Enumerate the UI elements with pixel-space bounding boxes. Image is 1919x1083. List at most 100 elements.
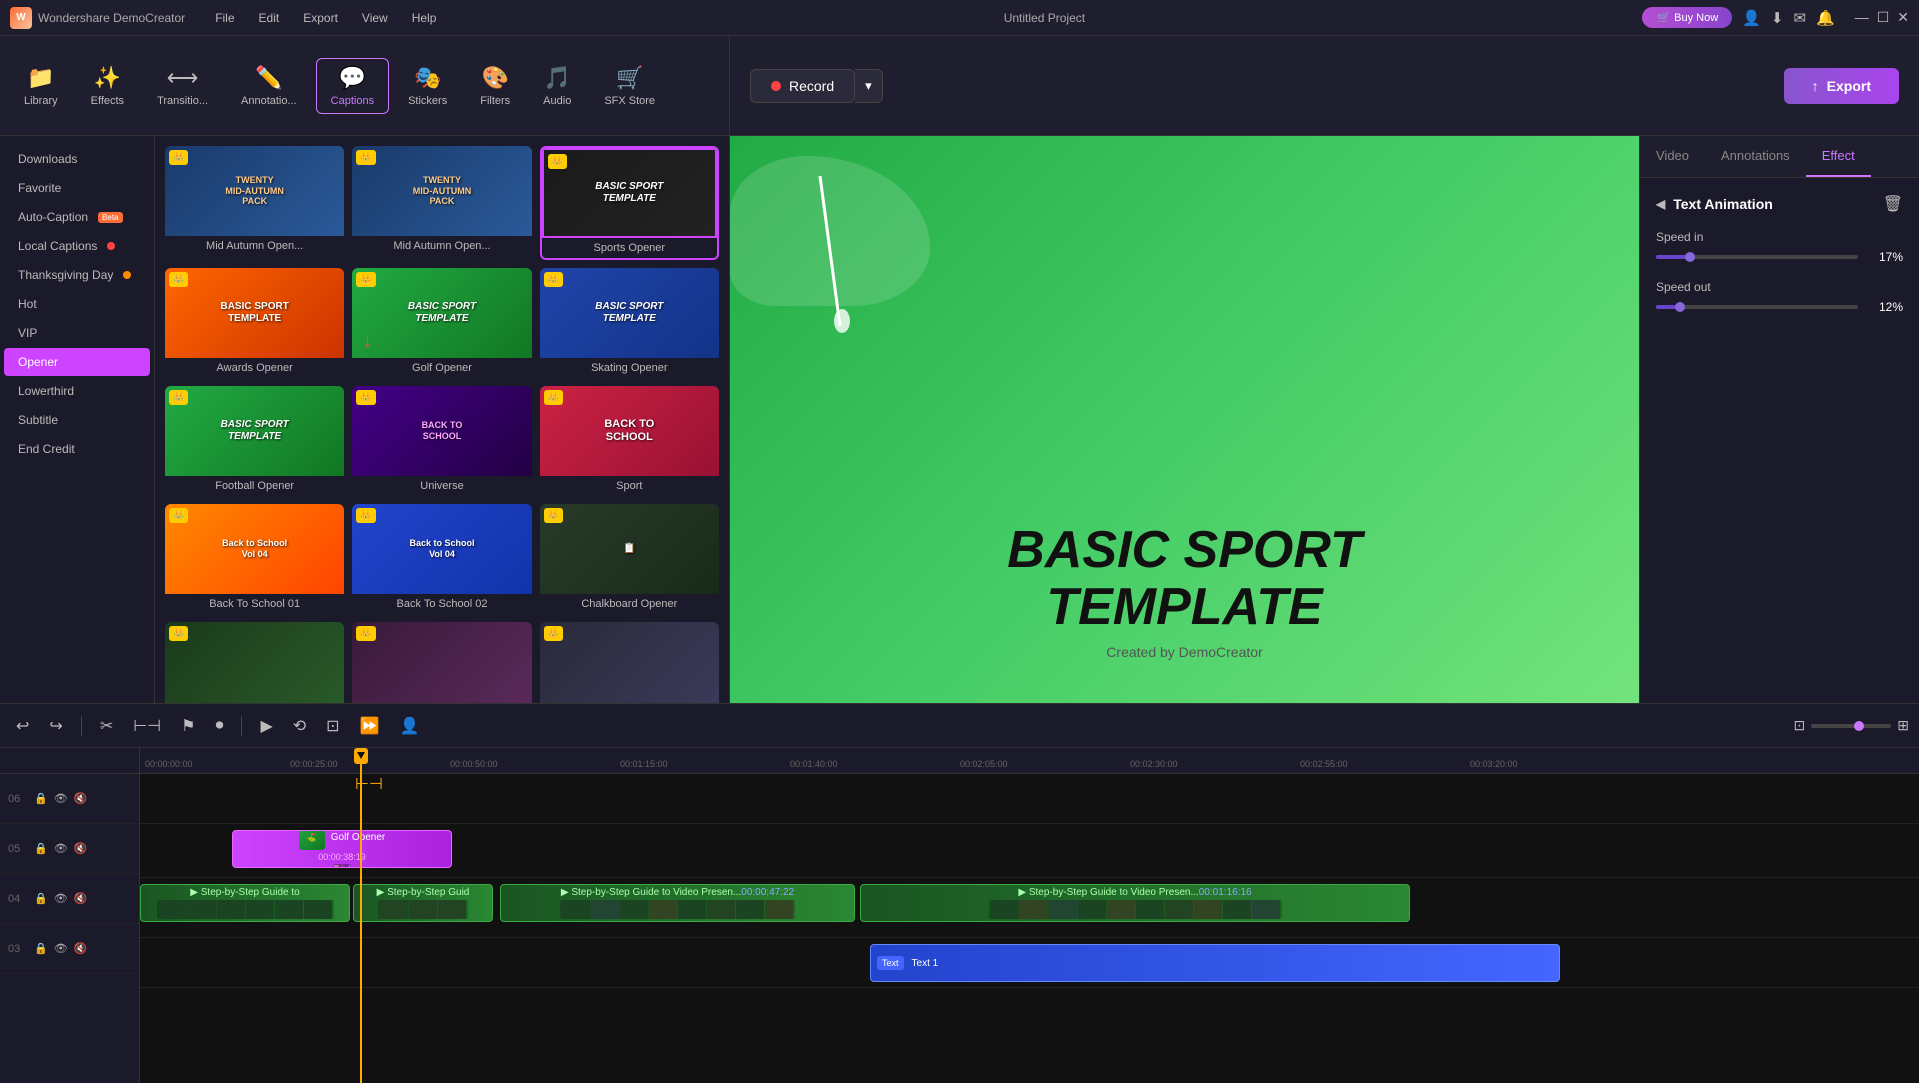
- lock-icon-03[interactable]: 🔒: [34, 942, 48, 955]
- delete-effect-button[interactable]: 🗑: [1883, 194, 1903, 214]
- mute-icon-05[interactable]: 🔇: [74, 842, 88, 855]
- speed-out-slider[interactable]: [1656, 305, 1858, 309]
- thumb-universe: 👑 BACK TOSCHOOL: [352, 386, 531, 476]
- message-icon[interactable]: ✉: [1793, 9, 1806, 27]
- sidebar-item-local-captions[interactable]: Local Captions: [4, 232, 150, 260]
- lock-icon-04[interactable]: 🔒: [34, 892, 48, 905]
- grid-item-mid-autumn-2[interactable]: 👑 TWENTYMID-AUTUMNPACK Mid Autumn Open..…: [352, 146, 531, 260]
- grid-item-extra-3[interactable]: 👑: [540, 622, 719, 712]
- sidebar-item-auto-caption[interactable]: Auto-Caption Beta: [4, 203, 150, 231]
- playhead[interactable]: [360, 748, 362, 1083]
- sidebar-item-vip[interactable]: VIP: [4, 319, 150, 347]
- menu-help[interactable]: Help: [402, 9, 447, 27]
- clip-video-1[interactable]: ▶ Step-by-Step Guide to: [140, 884, 350, 922]
- download-icon[interactable]: ⬇: [1771, 9, 1784, 27]
- marker-button[interactable]: ⚑: [175, 712, 201, 740]
- grid-item-back-school-1[interactable]: 👑 Back to SchoolVol 04 Back To School 01: [165, 504, 344, 614]
- menu-file[interactable]: File: [205, 9, 244, 27]
- export-icon: ↑: [1812, 78, 1819, 94]
- clip-text-1[interactable]: Text Text 1: [870, 944, 1560, 982]
- toolbar-filters[interactable]: 🎨 Filters: [466, 59, 524, 113]
- split-button[interactable]: ⊢⊣: [127, 712, 167, 740]
- eye-icon-03[interactable]: 👁: [54, 942, 68, 955]
- menu-export[interactable]: Export: [293, 9, 348, 27]
- redo-button[interactable]: ↪: [43, 712, 68, 740]
- person-button[interactable]: 👤: [394, 712, 426, 740]
- toolbar-library[interactable]: 📁 Library: [10, 59, 72, 113]
- eye-icon-06[interactable]: 👁: [54, 792, 68, 805]
- tab-effect[interactable]: Effect: [1806, 136, 1871, 177]
- preview-subtitle: Created by DemoCreator: [1106, 644, 1262, 660]
- undo-button[interactable]: ↩: [10, 712, 35, 740]
- speed-in-handle[interactable]: [1685, 252, 1695, 262]
- menu-bar[interactable]: File Edit Export View Help: [205, 9, 446, 27]
- zoom-in-button[interactable]: ⊞: [1897, 717, 1909, 734]
- grid-item-awards-opener[interactable]: 👑 BASIC SPORTTEMPLATE Awards Opener: [165, 268, 344, 378]
- menu-edit[interactable]: Edit: [249, 9, 290, 27]
- sidebar-item-lowerthird[interactable]: Lowerthird: [4, 377, 150, 405]
- account-icon[interactable]: 👤: [1742, 9, 1761, 27]
- menu-view[interactable]: View: [352, 9, 398, 27]
- tab-video[interactable]: Video: [1640, 136, 1705, 177]
- clip-video-2[interactable]: ▶ Step-by-Step Guid: [353, 884, 493, 922]
- eye-icon-05[interactable]: 👁: [54, 842, 68, 855]
- grid-item-skating-opener[interactable]: 👑 BASIC SPORTTEMPLATE Skating Opener: [540, 268, 719, 378]
- zoom-out-button[interactable]: ⊡: [1794, 717, 1806, 734]
- mute-icon-04[interactable]: 🔇: [74, 892, 88, 905]
- mute-icon-03[interactable]: 🔇: [74, 942, 88, 955]
- zoom-handle[interactable]: [1854, 721, 1864, 731]
- maximize-button[interactable]: ☐: [1877, 9, 1890, 26]
- sidebar-item-favorite[interactable]: Favorite: [4, 174, 150, 202]
- notification-icon[interactable]: 🔔: [1816, 9, 1835, 27]
- buy-now-button[interactable]: 🛒 Buy Now: [1642, 7, 1732, 28]
- grid-item-back-school-2[interactable]: 👑 Back to SchoolVol 04 Back To School 02: [352, 504, 531, 614]
- clip-video-4[interactable]: ▶ Step-by-Step Guide to Video Presen... …: [860, 884, 1410, 922]
- sidebar-item-thanksgiving[interactable]: Thanksgiving Day: [4, 261, 150, 289]
- grid-item-extra-1[interactable]: 👑: [165, 622, 344, 712]
- grid-item-football-opener[interactable]: 👑 BASIC SPORTTEMPLATE Football Opener: [165, 386, 344, 496]
- minimize-button[interactable]: —: [1855, 9, 1869, 26]
- toolbar-effects[interactable]: ✨ Effects: [77, 59, 138, 113]
- zoom-slider[interactable]: [1811, 724, 1891, 728]
- export-button[interactable]: ↑ Export: [1784, 68, 1899, 104]
- toolbar-captions[interactable]: 💬 Captions: [316, 58, 389, 114]
- timeline-ruler: 00:00:00:00 00:00:25:00 00:00:50:00 00:0…: [140, 748, 1919, 774]
- sidebar-item-downloads[interactable]: Downloads: [4, 145, 150, 173]
- sidebar-item-opener[interactable]: Opener: [4, 348, 150, 376]
- grid-item-mid-autumn-1[interactable]: 👑 TWENTYMID-AUTUMNPACK Mid Autumn Open..…: [165, 146, 344, 260]
- toolbar-stickers[interactable]: 🎭 Stickers: [394, 59, 461, 113]
- eye-icon-04[interactable]: 👁: [54, 892, 68, 905]
- grid-item-extra-2[interactable]: 👑: [352, 622, 531, 712]
- sidebar-item-hot[interactable]: Hot: [4, 290, 150, 318]
- grid-item-sports-opener[interactable]: 👑 BASIC SPORTTEMPLATE Sports Opener: [540, 146, 719, 260]
- mute-icon-06[interactable]: 🔇: [74, 792, 88, 805]
- cut-button[interactable]: ✂: [94, 712, 119, 740]
- crop-button[interactable]: ⊡: [320, 712, 345, 740]
- clip-video-3[interactable]: ▶ Step-by-Step Guide to Video Presen... …: [500, 884, 855, 922]
- sidebar-item-end-credit[interactable]: End Credit: [4, 435, 150, 463]
- speed-button[interactable]: ⏩: [354, 712, 386, 740]
- speed-out-handle[interactable]: [1675, 302, 1685, 312]
- record-dropdown[interactable]: ▾: [855, 69, 883, 103]
- record-timeline-button[interactable]: ⏺: [209, 713, 229, 739]
- toolbar-sfx[interactable]: 🛒 SFX Store: [590, 59, 669, 113]
- tab-annotations[interactable]: Annotations: [1705, 136, 1806, 177]
- grid-item-chalkboard[interactable]: 👑 📋 Chalkboard Opener: [540, 504, 719, 614]
- toolbar-audio[interactable]: 🎵 Audio: [529, 59, 585, 113]
- toolbar-transitions[interactable]: ⟷ Transitio...: [143, 59, 222, 113]
- clip-golf-opener[interactable]: ⛳ Golf Opener 00:00:38:19 Trial: [232, 830, 452, 868]
- sidebar-item-subtitle[interactable]: Subtitle: [4, 406, 150, 434]
- motion-button[interactable]: ⟲: [287, 712, 312, 740]
- lock-icon-06[interactable]: 🔒: [34, 792, 48, 805]
- play-timeline-button[interactable]: ▶: [254, 712, 278, 740]
- speed-in-slider[interactable]: [1656, 255, 1858, 259]
- thumb-back-school-1: 👑 Back to SchoolVol 04: [165, 504, 344, 594]
- grid-label-back-school-1: Back To School 01: [165, 594, 344, 614]
- grid-item-universe[interactable]: 👑 BACK TOSCHOOL Universe: [352, 386, 531, 496]
- lock-icon-05[interactable]: 🔒: [34, 842, 48, 855]
- toolbar-annotations[interactable]: ✏️ Annotatio...: [227, 59, 311, 113]
- grid-item-golf-opener[interactable]: 👑 BASIC SPORTTEMPLATE ↓ Golf Opener: [352, 268, 531, 378]
- grid-item-sport[interactable]: 👑 BACK TOSCHOOL Sport: [540, 386, 719, 496]
- close-button[interactable]: ✕: [1897, 9, 1909, 26]
- record-button[interactable]: Record: [750, 69, 855, 103]
